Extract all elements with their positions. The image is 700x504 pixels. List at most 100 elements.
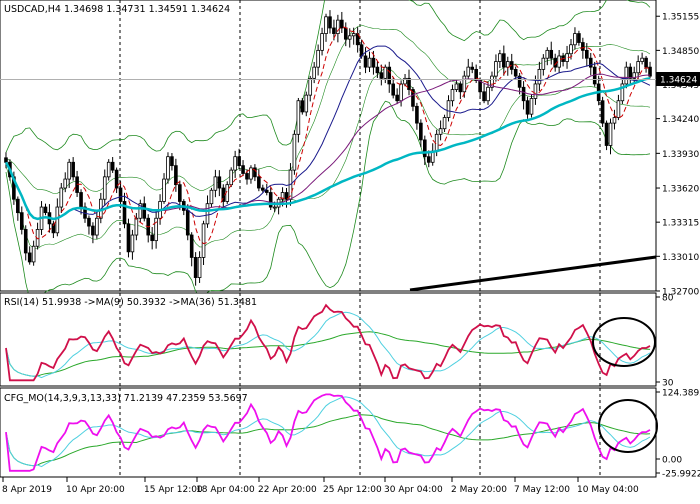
bull-candle	[351, 33, 356, 37]
bear-candle	[261, 187, 265, 191]
bull-candle	[454, 83, 459, 90]
bear-candle	[371, 57, 376, 68]
bull-candle	[494, 61, 498, 77]
bull-candle	[573, 33, 577, 46]
time-label: 30 Apr 04:00	[384, 485, 443, 495]
bull-candle	[272, 206, 277, 209]
cfg-tick-label: 124.3892	[662, 389, 700, 399]
bear-candle	[588, 57, 593, 68]
bull-candle	[529, 98, 534, 115]
price-pane-header: USDCAD,H4 1.34698 1.34731 1.34591 1.3462…	[4, 4, 230, 15]
rsi-tick-label: 30	[662, 379, 674, 389]
bull-candle	[557, 55, 561, 68]
bear-candle	[525, 100, 530, 115]
chart-canvas: USDCAD,H4 1.34698 1.34731 1.34591 1.3462…	[0, 0, 700, 495]
time-label: 18 Apr 04:00	[196, 485, 255, 495]
bull-candle	[106, 161, 111, 178]
bear-candle	[415, 105, 419, 124]
bull-candle	[498, 53, 502, 62]
bear-candle	[43, 206, 48, 214]
bull-candle	[197, 257, 202, 278]
bull-candle	[616, 100, 621, 118]
bear-candle	[79, 192, 83, 208]
bull-candle	[640, 57, 644, 62]
time-label: 25 Apr 12:00	[323, 485, 382, 495]
bull-candle	[399, 83, 403, 102]
bull-candle	[130, 234, 135, 253]
time-label: 10 May 04:00	[577, 485, 639, 495]
price-pane: USDCAD,H4 1.34698 1.34731 1.34591 1.3462…	[0, 0, 700, 303]
bear-candle	[126, 223, 131, 253]
bear-candle	[644, 57, 648, 68]
bull-candle	[533, 83, 538, 99]
bull-candle	[59, 187, 64, 208]
time-label: 7 May 12:00	[514, 485, 570, 495]
bear-candle	[391, 83, 395, 96]
bear-candle	[178, 184, 182, 202]
bear-candle	[332, 27, 336, 34]
rsi-pane: RSI(14) 51.9938 ->MA(9) 50.3932 ->MA(36)…	[0, 292, 674, 389]
bear-candle	[581, 42, 585, 51]
price-tick-label: 1.33315	[662, 219, 699, 229]
bull-candle	[612, 117, 617, 124]
bull-candle	[292, 133, 297, 171]
bull-candle	[166, 156, 170, 180]
bear-candle	[395, 94, 399, 102]
bear-candle	[91, 225, 95, 236]
bear-candle	[585, 49, 589, 59]
bear-candle	[470, 66, 475, 70]
bull-candle	[320, 33, 324, 51]
bull-candle	[102, 176, 107, 200]
bull-candle	[213, 176, 218, 191]
bear-candle	[549, 49, 554, 59]
chart-window: USDCAD,H4 1.34698 1.34731 1.34591 1.3462…	[0, 0, 700, 500]
price-tag: 1.34624	[660, 76, 697, 86]
bull-candle	[154, 217, 158, 242]
bear-candle	[245, 173, 249, 180]
bull-candle	[336, 19, 340, 34]
bull-candle	[636, 61, 640, 74]
bear-candle	[217, 176, 222, 189]
bull-candle	[545, 49, 550, 59]
bull-candle	[249, 167, 253, 180]
bull-candle	[541, 57, 546, 70]
bear-candle	[241, 165, 245, 174]
bull-candle	[31, 245, 36, 263]
bear-candle	[482, 91, 486, 102]
price-tick-label: 1.33930	[662, 150, 699, 160]
price-tick-label: 1.34240	[662, 115, 699, 125]
bear-candle	[328, 16, 332, 29]
bull-candle	[505, 61, 510, 68]
bull-candle	[233, 156, 237, 171]
bear-candle	[407, 77, 411, 90]
bull-candle	[201, 223, 206, 258]
bear-candle	[27, 252, 32, 263]
bear-candle	[19, 212, 24, 230]
bull-candle	[466, 66, 471, 77]
bear-candle	[264, 189, 269, 193]
time-label: 2 May 20:00	[451, 485, 507, 495]
bull-candle	[537, 68, 542, 85]
bear-candle	[340, 19, 344, 29]
price-tick-label: 1.33010	[662, 253, 699, 263]
bear-candle	[604, 122, 609, 146]
bull-candle	[67, 161, 71, 180]
price-tick-label: 1.33620	[662, 185, 699, 195]
cfg-tick-label: -25.9922	[662, 470, 700, 480]
bull-candle	[55, 206, 60, 234]
bear-candle	[193, 257, 198, 278]
cfg-pane: CFG_MO(14,3,9,3,13,33) 71.2139 47.2359 5…	[0, 387, 700, 480]
bull-candle	[347, 35, 352, 40]
bear-candle	[237, 156, 241, 167]
price-tick-label: 1.34850	[662, 47, 699, 57]
time-label: 15 Apr 12:00	[144, 485, 203, 495]
time-label: 10 Apr 20:00	[66, 485, 125, 495]
bull-candle	[462, 75, 467, 93]
bear-candle	[628, 66, 633, 79]
bull-candle	[608, 122, 613, 146]
rsi-tick-label: 80	[662, 294, 674, 304]
bull-candle	[324, 16, 328, 34]
bear-candle	[423, 139, 427, 158]
time-label: 8 Apr 2019	[2, 485, 52, 495]
bear-candle	[4, 157, 8, 163]
